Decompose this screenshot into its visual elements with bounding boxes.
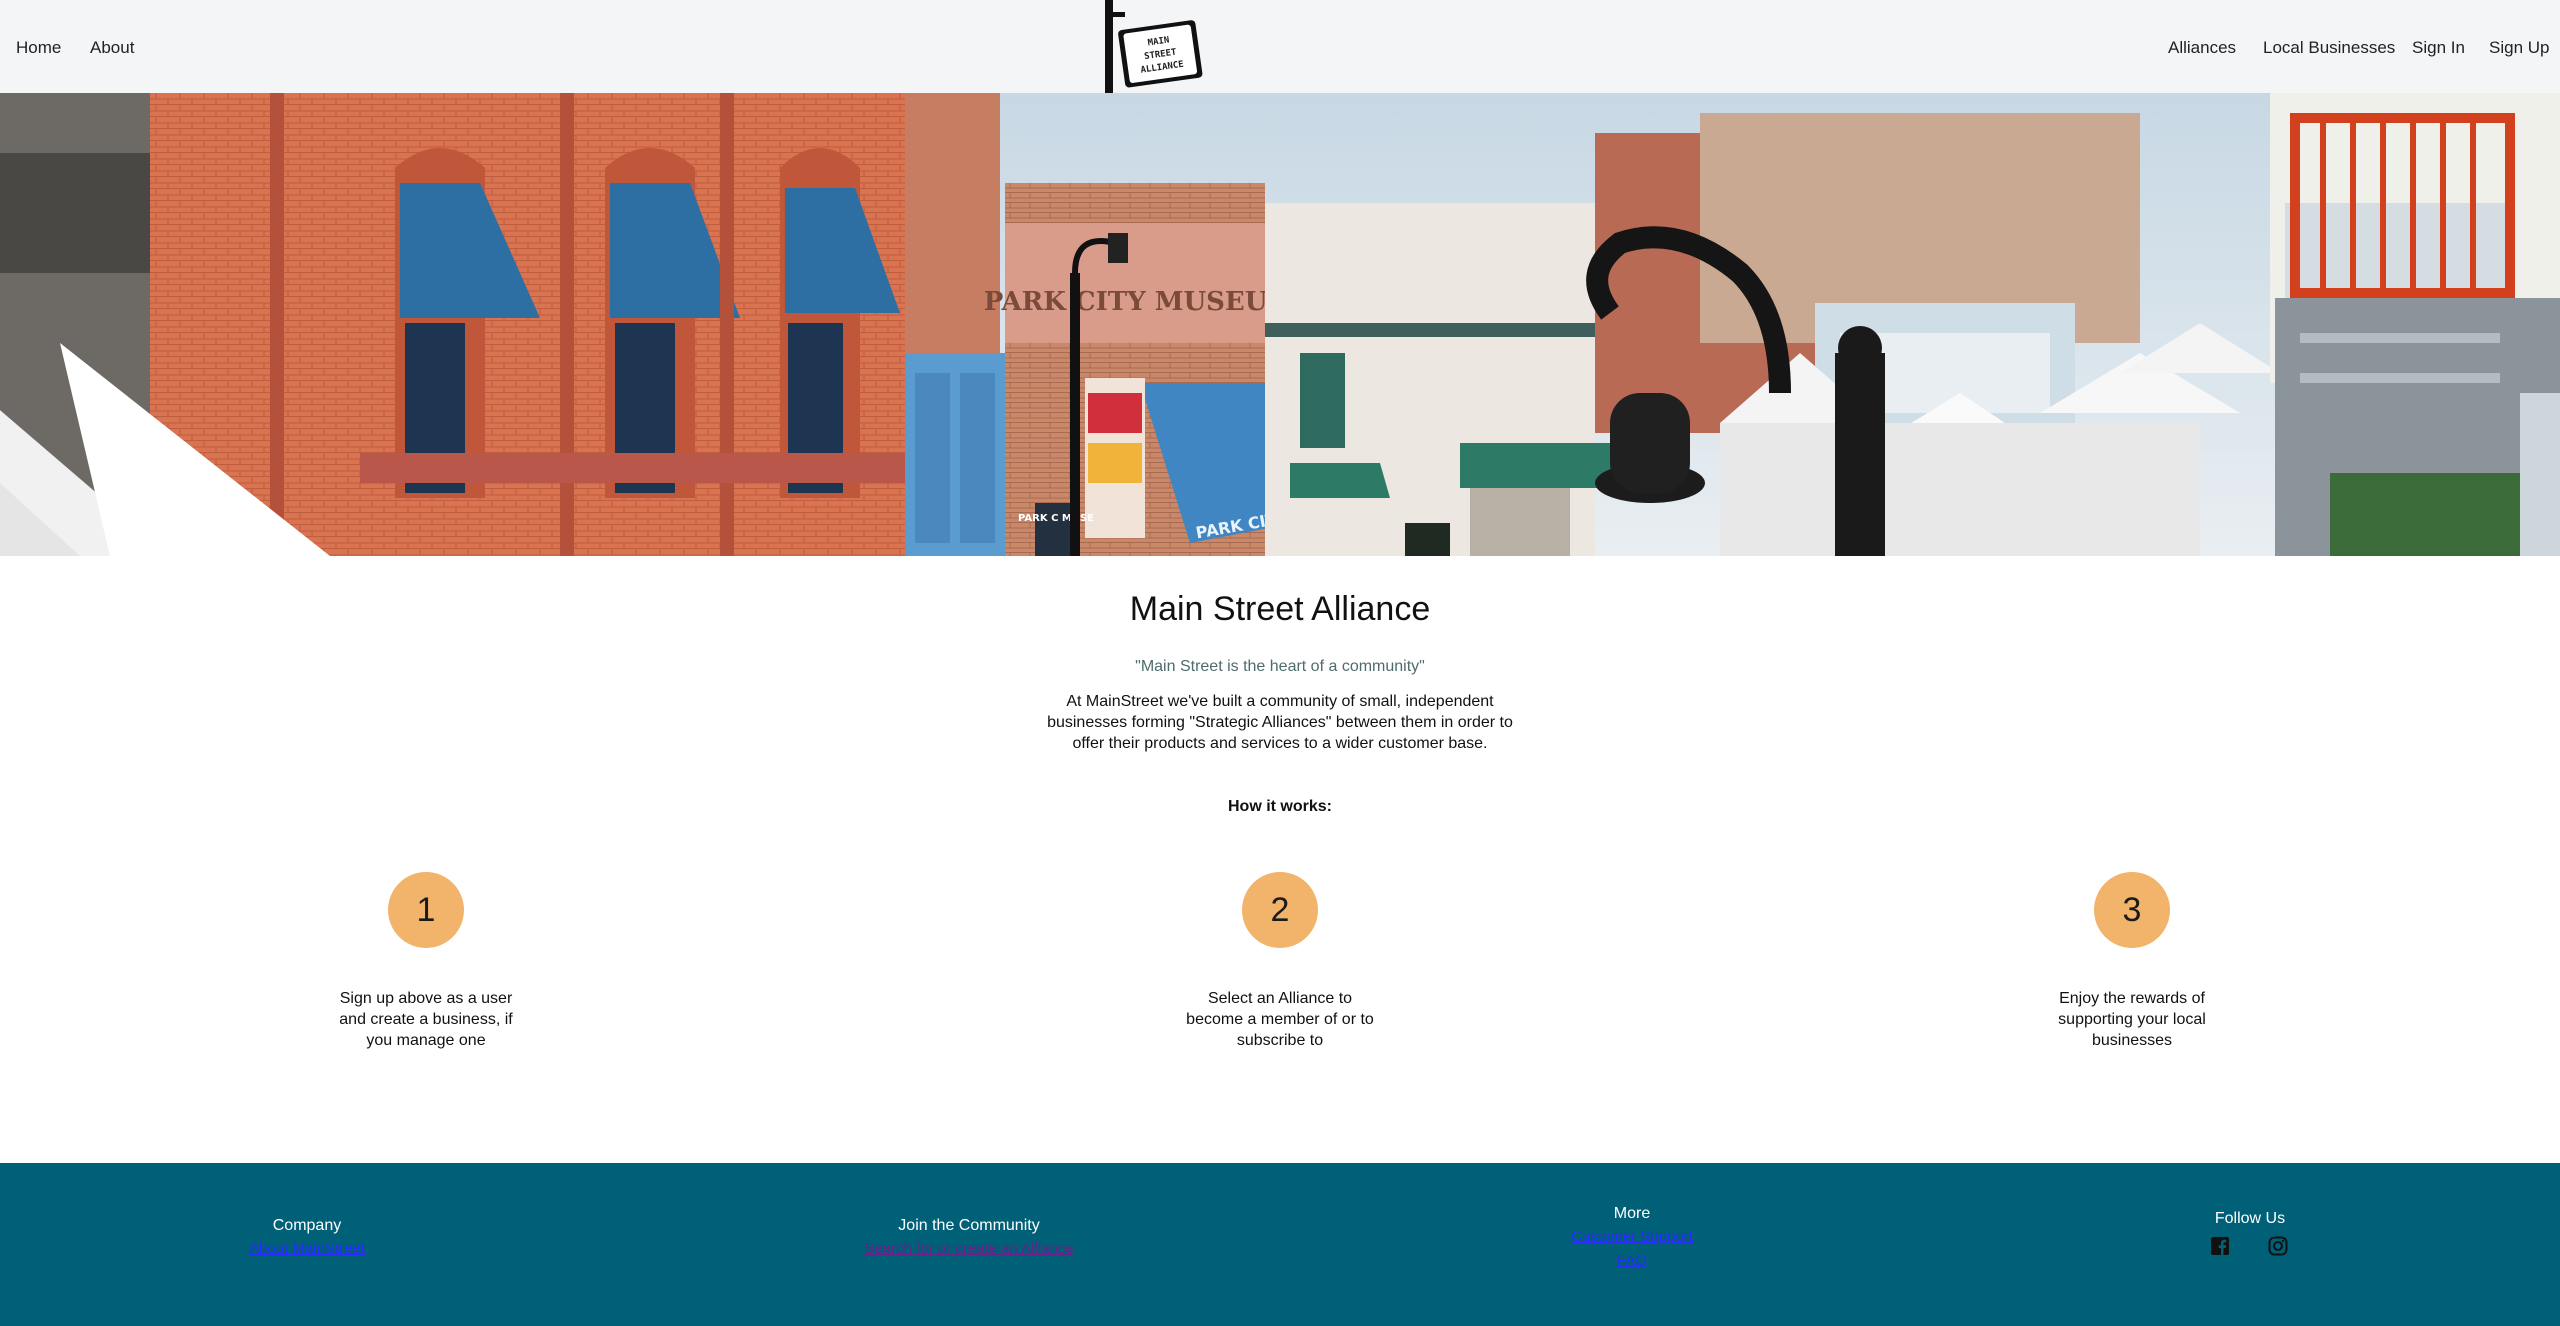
page-title: Main Street Alliance <box>1129 590 1431 628</box>
nav-alliances-link[interactable]: Alliances <box>2168 38 2236 58</box>
step-3: 3 Enjoy the rewards of supporting your l… <box>2022 872 2242 1051</box>
footer-company-column: Company About MainStreet <box>207 1215 407 1261</box>
footer-community-heading: Join the Community <box>898 1217 1040 1234</box>
faq-link[interactable]: FAQ <box>1532 1249 1732 1273</box>
search-create-alliance-link[interactable]: Search for or create an Alliance <box>819 1237 1119 1261</box>
step-3-number-badge: 3 <box>2094 872 2170 948</box>
step-2: 2 Select an Alliance to become a member … <box>1170 872 1390 1051</box>
tagline-quote: "Main Street is the heart of a community… <box>1135 658 1425 675</box>
top-navbar: Home About MAIN STREET ALLIANCE Alliance… <box>0 0 2560 93</box>
hero-main-street-image: PARK CITY MUSEUM PARK CITY MUSEUM PARK C… <box>0 93 2560 556</box>
step-1-description: Sign up above as a user and create a bus… <box>339 990 513 1049</box>
step-1: 1 Sign up above as a user and create a b… <box>316 872 536 1051</box>
footer-follow-column: Follow Us <box>2150 1208 2350 1258</box>
nav-sign-in-link[interactable]: Sign In <box>2412 38 2465 58</box>
instagram-icon[interactable] <box>2268 1236 2290 1258</box>
footer-community-column: Join the Community Search for or create … <box>819 1215 1119 1261</box>
step-1-number-badge: 1 <box>388 872 464 948</box>
social-icons <box>2150 1236 2350 1258</box>
facebook-icon[interactable] <box>2210 1236 2232 1258</box>
step-3-description: Enjoy the rewards of supporting your loc… <box>2058 990 2206 1049</box>
site-footer: Company About MainStreet Join the Commun… <box>0 1163 2560 1326</box>
nav-about-link[interactable]: About <box>90 38 134 58</box>
footer-follow-heading: Follow Us <box>2214 1210 2286 1227</box>
footer-company-heading: Company <box>272 1217 342 1234</box>
about-mainstreet-link[interactable]: About MainStreet <box>207 1237 407 1261</box>
main-street-alliance-logo[interactable]: MAIN STREET ALLIANCE <box>1103 0 1203 93</box>
nav-sign-up-link[interactable]: Sign Up <box>2489 38 2549 58</box>
nav-local-businesses-link[interactable]: Local Businesses <box>2263 38 2395 58</box>
footer-more-column: More Customer Support FAQ <box>1532 1203 1732 1273</box>
customer-support-link[interactable]: Customer Support <box>1532 1225 1732 1249</box>
footer-more-heading: More <box>1613 1205 1651 1222</box>
park-city-museum-facade-text: PARK CITY MUSEUM <box>984 287 1296 317</box>
small-park-city-sign: PARK C MUSE <box>1018 513 1094 524</box>
nav-home-link[interactable]: Home <box>16 38 61 58</box>
step-2-description: Select an Alliance to become a member of… <box>1186 990 1374 1049</box>
step-2-number-badge: 2 <box>1242 872 1318 948</box>
intro-paragraph: At MainStreet we've built a community of… <box>1047 693 1513 752</box>
how-it-works-heading: How it works: <box>1227 798 1332 815</box>
